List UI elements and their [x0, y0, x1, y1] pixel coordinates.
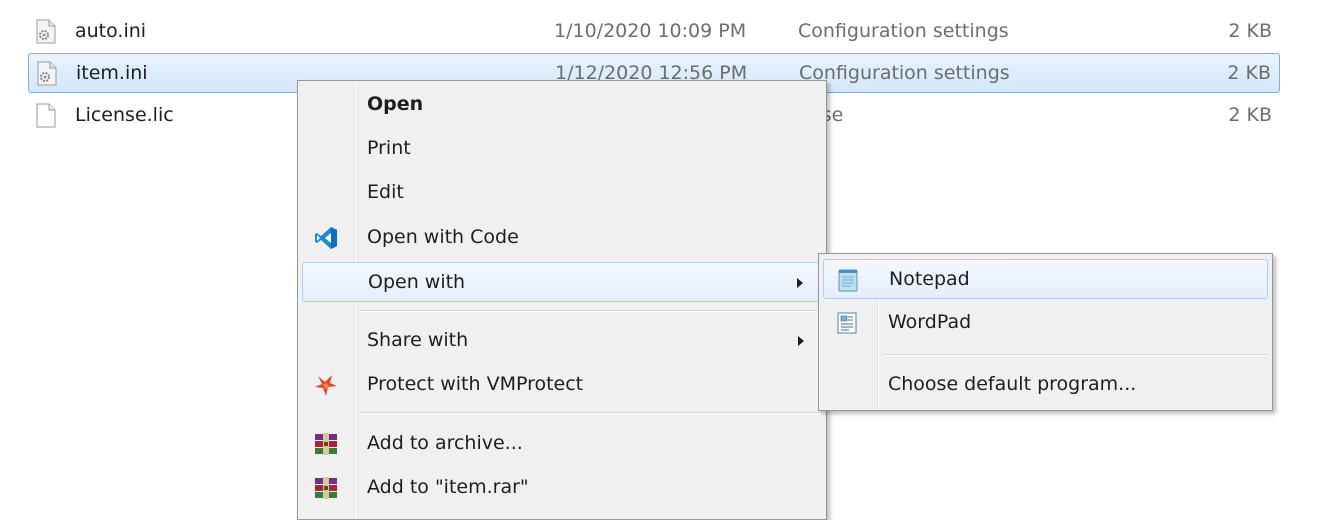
- vscode-icon: [315, 227, 337, 249]
- submenu-item-label: Choose default program...: [888, 373, 1137, 395]
- menu-separator: [360, 412, 822, 414]
- submenu-item-notepad[interactable]: Notepad: [823, 259, 1268, 299]
- file-type: Configuration settings: [799, 62, 1010, 84]
- menu-item-label: Open with: [368, 271, 466, 293]
- menu-item-label: Print: [367, 137, 411, 159]
- vmprotect-icon: [315, 375, 337, 396]
- menu-separator: [883, 354, 1268, 356]
- menu-item-label: Protect with VMProtect: [367, 373, 584, 395]
- menu-item-open[interactable]: Open: [302, 85, 822, 125]
- file-name: item.ini: [76, 62, 148, 84]
- file-size: 2 KB: [1227, 62, 1271, 84]
- settings-file-icon: [37, 61, 57, 86]
- file-size: 2 KB: [1228, 20, 1272, 42]
- file-size: 2 KB: [1228, 104, 1272, 126]
- submenu-item-label: Notepad: [889, 268, 970, 290]
- menu-item-add-to-item-rar[interactable]: Add to "item.rar": [302, 468, 822, 508]
- blank-file-icon: [36, 103, 56, 128]
- open-with-submenu: Notepad WordPad Choose default program..…: [818, 253, 1273, 411]
- menu-item-label: Share with: [367, 329, 469, 351]
- context-menu: Open Print Edit Open with Code Open with…: [297, 80, 827, 520]
- submenu-item-wordpad[interactable]: WordPad: [823, 303, 1268, 343]
- file-date: 1/10/2020 10:09 PM: [554, 20, 747, 42]
- wordpad-icon: [837, 312, 857, 334]
- winrar-icon: [315, 433, 337, 455]
- menu-item-share-with[interactable]: Share with: [302, 321, 822, 361]
- file-name: auto.ini: [75, 20, 147, 42]
- file-name: License.lic: [75, 104, 174, 126]
- menu-item-label: Add to "item.rar": [367, 476, 529, 498]
- menu-item-open-with[interactable]: Open with: [302, 262, 822, 302]
- menu-item-label: Open with Code: [367, 226, 519, 248]
- menu-item-label: Edit: [367, 181, 404, 203]
- menu-item-edit[interactable]: Edit: [302, 173, 822, 213]
- settings-file-icon: [36, 19, 56, 44]
- submenu-item-label: WordPad: [888, 311, 972, 333]
- menu-item-protect-vmprotect[interactable]: Protect with VMProtect: [302, 365, 822, 405]
- menu-separator: [360, 310, 822, 312]
- menu-item-label: Add to archive...: [367, 432, 523, 454]
- menu-item-open-with-code[interactable]: Open with Code: [302, 218, 822, 258]
- submenu-arrow-icon: [798, 336, 804, 346]
- submenu-arrow-icon: [797, 278, 803, 288]
- file-row-auto-ini[interactable]: auto.ini 1/10/2020 10:09 PM Configuratio…: [28, 12, 1280, 52]
- winrar-icon: [315, 477, 337, 499]
- submenu-item-choose-default-program[interactable]: Choose default program...: [823, 365, 1268, 405]
- notepad-icon: [838, 269, 858, 292]
- menu-item-add-to-archive[interactable]: Add to archive...: [302, 424, 822, 464]
- file-type: Configuration settings: [798, 20, 1009, 42]
- menu-item-print[interactable]: Print: [302, 129, 822, 169]
- menu-item-label: Open: [367, 93, 424, 115]
